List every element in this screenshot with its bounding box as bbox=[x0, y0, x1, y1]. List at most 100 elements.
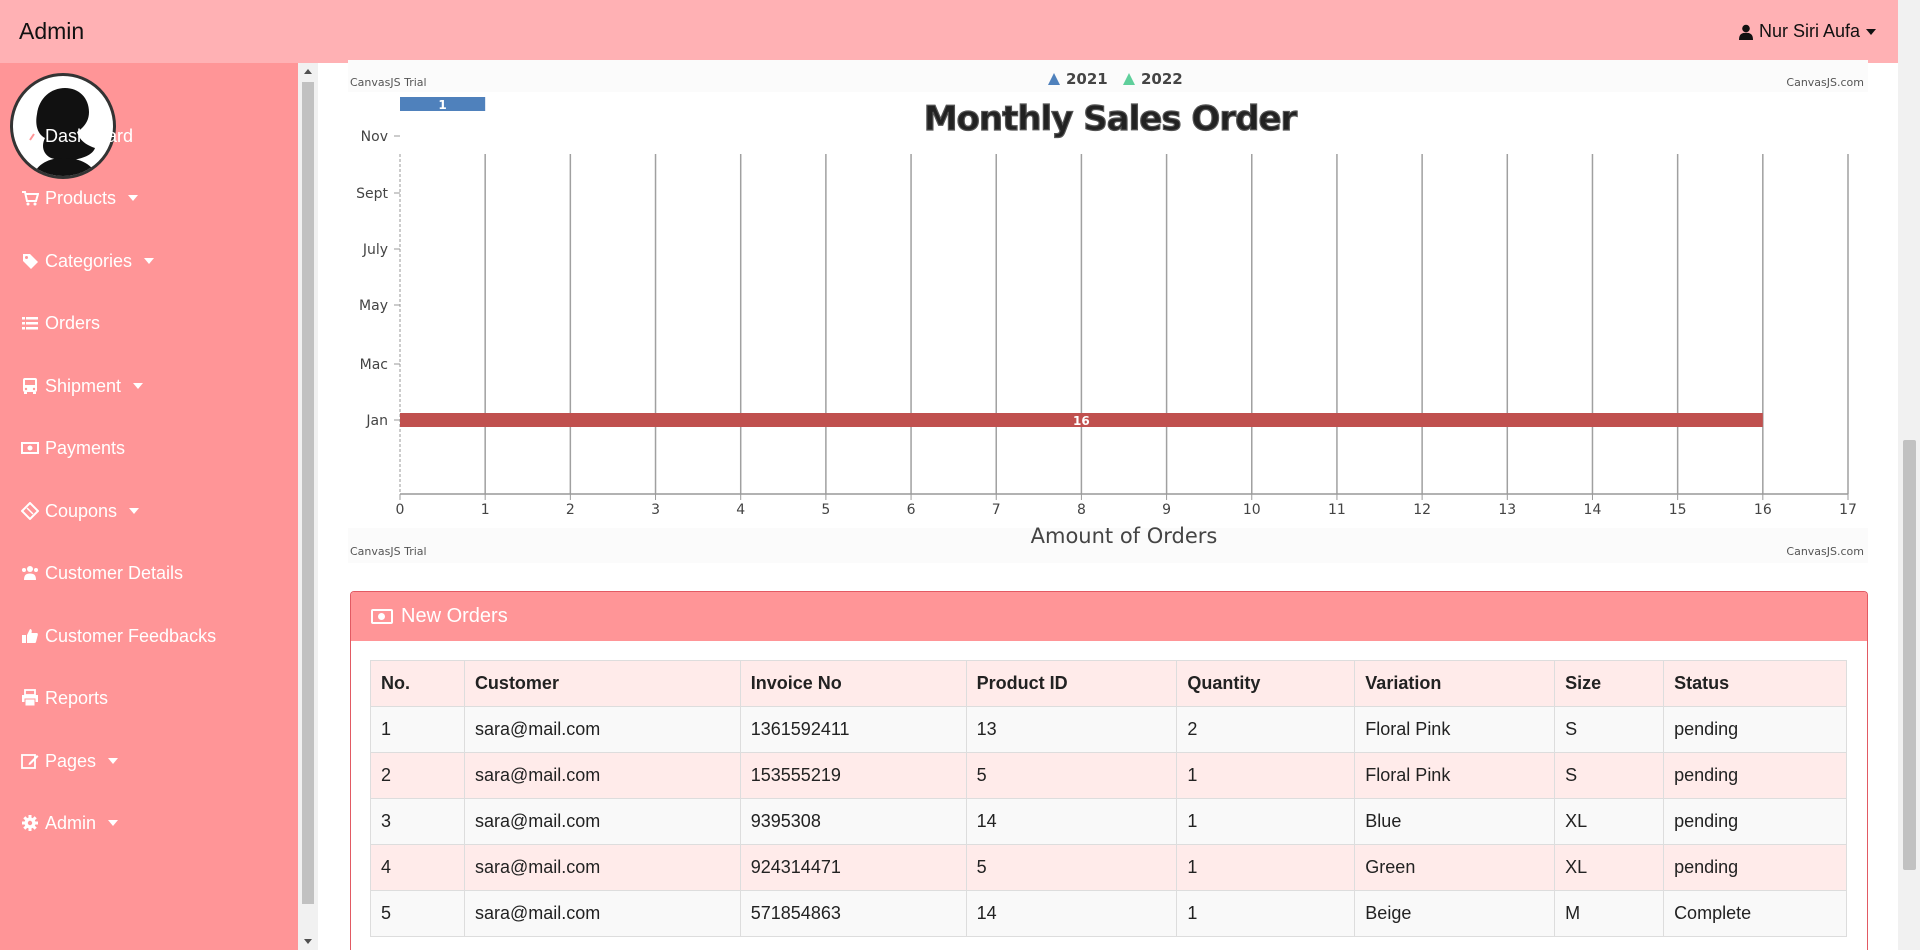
canvasjs-site-watermark: CanvasJS.com bbox=[1786, 76, 1864, 89]
y-tick-label: Sept bbox=[356, 186, 388, 202]
panel-title: New Orders bbox=[401, 605, 508, 627]
panel-heading: New Orders bbox=[351, 592, 1867, 641]
chevron-down-icon bbox=[108, 758, 119, 764]
table-cell: sara@mail.com bbox=[463, 890, 741, 937]
sidebar-item-label: Reports bbox=[45, 687, 109, 708]
sidebar-item-categories[interactable]: Categories bbox=[0, 241, 298, 281]
sidebar-item-pages[interactable]: Pages bbox=[0, 741, 298, 781]
table-cell: M bbox=[1554, 890, 1665, 937]
sidebar-item-products[interactable]: Products bbox=[0, 178, 298, 218]
x-tick-label: 1 bbox=[481, 502, 490, 518]
tag-icon bbox=[21, 252, 39, 270]
table-cell: XL bbox=[1554, 844, 1665, 891]
page-scrollbar[interactable] bbox=[1898, 0, 1920, 950]
table-header-row: No. Customer Invoice No Product ID Quantity V… bbox=[370, 660, 1847, 707]
user-name: Nur Siri Aufa bbox=[1758, 21, 1860, 41]
column-header[interactable]: Customer bbox=[463, 660, 741, 707]
y-tick-label: May bbox=[359, 298, 388, 314]
sidebar-item-label: Pages bbox=[45, 750, 97, 771]
y-tick-label: July bbox=[362, 242, 388, 258]
x-tick-label: 2 bbox=[566, 502, 575, 518]
scroll-down-arrow-icon[interactable] bbox=[304, 939, 312, 944]
thumbs-up-icon bbox=[21, 627, 39, 645]
sidebar-item-label: Coupons bbox=[45, 500, 118, 521]
x-tick-label: 14 bbox=[1584, 502, 1602, 518]
sidebar-item-dashboard[interactable]: Dashboard bbox=[0, 116, 298, 156]
table-cell: pending bbox=[1663, 798, 1847, 845]
page-scrollbar-thumb[interactable] bbox=[1903, 440, 1916, 870]
brand-title[interactable]: Admin bbox=[0, 18, 84, 45]
sidebar-item-customer-feedbacks[interactable]: Customer Feedbacks bbox=[0, 616, 298, 656]
cart-icon bbox=[21, 189, 39, 207]
table-row[interactable]: 4 sara@mail.com 924314471 5 1 Green XL pending bbox=[370, 844, 1847, 891]
table-row[interactable]: 2 sara@mail.com 153555219 5 1 Floral Pink Spen… bbox=[370, 752, 1847, 799]
x-tick-label: 11 bbox=[1328, 502, 1346, 518]
x-tick-label: 6 bbox=[907, 502, 916, 518]
table-cell: 1 bbox=[1176, 798, 1356, 845]
bus-icon bbox=[21, 377, 39, 395]
sidebar-item-label: Customer Feedbacks bbox=[45, 625, 217, 646]
table-cell: 571854863 bbox=[739, 890, 967, 937]
table-row[interactable]: 3 sara@mail.com 9395308 14 1 Blue XL pending bbox=[370, 798, 1847, 845]
sidebar-item-customer-details[interactable]: Customer Details bbox=[0, 553, 298, 593]
users-icon bbox=[21, 564, 39, 582]
chevron-down-icon bbox=[144, 258, 155, 264]
list-icon bbox=[21, 314, 39, 332]
scroll-up-arrow-icon[interactable] bbox=[304, 69, 312, 74]
sidebar-item-shipment[interactable]: Shipment bbox=[0, 366, 298, 406]
monthly-sales-chart: CanvasJS Trial CanvasJS.com CanvasJS Trial… bbox=[348, 60, 1868, 563]
table-cell: 3 bbox=[370, 798, 465, 845]
user-menu[interactable]: Nur Siri Aufa bbox=[1738, 21, 1898, 42]
table-cell: Green bbox=[1354, 844, 1556, 891]
y-tick-label: Jan bbox=[365, 413, 388, 429]
sidebar-item-label: Shipment bbox=[45, 375, 122, 396]
canvasjs-trial-watermark: CanvasJS Trial bbox=[350, 545, 427, 558]
table-cell: sara@mail.com bbox=[463, 752, 741, 799]
table-cell: Beige bbox=[1354, 890, 1556, 937]
column-header[interactable]: No. bbox=[370, 660, 465, 707]
chevron-down-icon bbox=[108, 820, 119, 826]
sidebar-item-admin[interactable]: Admin bbox=[0, 803, 298, 843]
column-header[interactable]: Quantity bbox=[1176, 660, 1356, 707]
x-tick-label: 0 bbox=[396, 502, 405, 518]
table-cell: 1 bbox=[1176, 752, 1356, 799]
table-cell: 5 bbox=[965, 844, 1178, 891]
table-cell: Floral Pink bbox=[1354, 706, 1556, 753]
x-tick-label: 8 bbox=[1077, 502, 1086, 518]
sidebar-item-label: Dashboard bbox=[45, 125, 134, 146]
sidebar-item-reports[interactable]: Reports bbox=[0, 678, 298, 718]
orders-table: No. Customer Invoice No Product ID Quantity V… bbox=[370, 660, 1847, 937]
canvasjs-trial-watermark: CanvasJS Trial bbox=[350, 76, 427, 89]
sidebar-scrollbar[interactable] bbox=[298, 63, 318, 950]
chevron-down-icon bbox=[133, 383, 144, 389]
sidebar-scrollbar-thumb[interactable] bbox=[302, 82, 314, 904]
x-tick-label: 9 bbox=[1162, 502, 1171, 518]
sidebar-item-coupons[interactable]: Coupons bbox=[0, 491, 298, 531]
sidebar: Dashboard Products Categories Orders Shipmen… bbox=[0, 63, 298, 950]
table-cell: Complete bbox=[1663, 890, 1847, 937]
chart-title: Monthly Sales Order bbox=[924, 99, 1298, 139]
column-header[interactable]: Variation bbox=[1354, 660, 1556, 707]
table-cell: 1 bbox=[1176, 844, 1356, 891]
column-header[interactable]: Status bbox=[1663, 660, 1847, 707]
sidebar-item-orders[interactable]: Orders bbox=[0, 303, 298, 343]
table-cell: sara@mail.com bbox=[463, 798, 741, 845]
table-cell: Blue bbox=[1354, 798, 1556, 845]
column-header[interactable]: Product ID bbox=[965, 660, 1178, 707]
top-navbar: Admin Nur Siri Aufa bbox=[0, 0, 1898, 63]
table-cell: 1 bbox=[370, 706, 465, 753]
column-header[interactable]: Size bbox=[1554, 660, 1665, 707]
sidebar-item-payments[interactable]: Payments bbox=[0, 428, 298, 468]
print-icon bbox=[21, 689, 39, 707]
y-tick-label: Mac bbox=[360, 357, 388, 373]
table-row[interactable]: 5 sara@mail.com 571854863 14 1 Beige M Complete bbox=[370, 890, 1847, 937]
x-axis-title: Amount of Orders bbox=[1031, 524, 1218, 548]
chevron-down-icon bbox=[1866, 28, 1876, 35]
table-cell: 5 bbox=[370, 890, 465, 937]
table-row[interactable]: 1 sara@mail.com 1361592411 13 2 Floral Pink Sp… bbox=[370, 706, 1847, 753]
x-tick-label: 7 bbox=[992, 502, 1001, 518]
table-cell: Floral Pink bbox=[1354, 752, 1556, 799]
sidebar-item-label: Categories bbox=[45, 250, 133, 271]
money-icon bbox=[371, 609, 393, 624]
column-header[interactable]: Invoice No bbox=[739, 660, 967, 707]
